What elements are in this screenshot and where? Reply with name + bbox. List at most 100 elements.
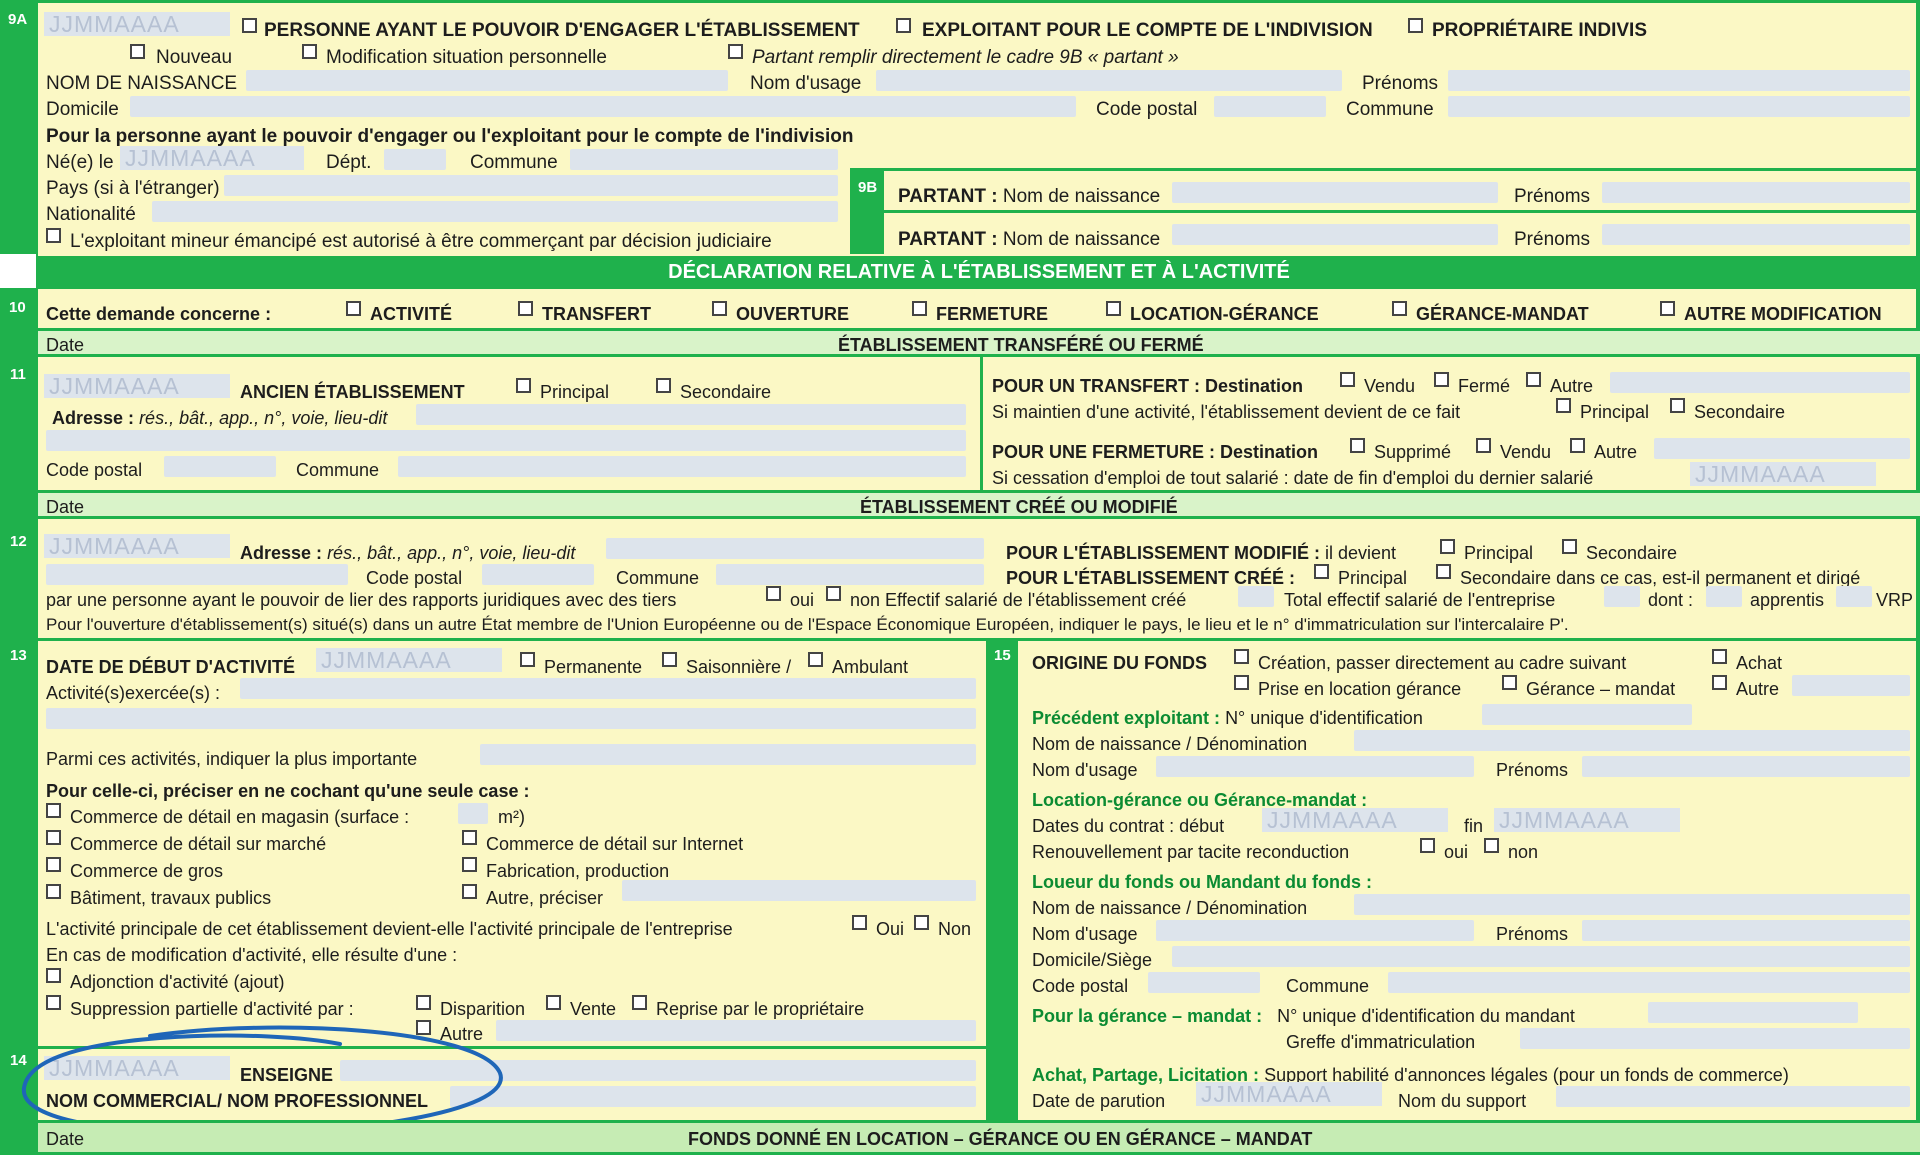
checkbox-ancien-principal[interactable]: [516, 378, 531, 393]
checkbox-adjonction[interactable]: [46, 968, 61, 983]
pays-field[interactable]: [224, 175, 838, 196]
checkbox-dirige-non[interactable]: [826, 586, 841, 601]
nom-naissance-field-9a[interactable]: [246, 70, 728, 91]
nom-denom-field-2[interactable]: [1354, 894, 1910, 915]
activites-field[interactable]: [240, 678, 976, 699]
prenoms-field-15b[interactable]: [1582, 920, 1910, 941]
checkbox-activite[interactable]: [346, 301, 361, 316]
checkbox-location-gerance-15[interactable]: [1234, 675, 1249, 690]
partant-prenoms-field-2[interactable]: [1602, 224, 1910, 245]
checkbox-maintien-principal[interactable]: [1556, 398, 1571, 413]
nationalite-field[interactable]: [152, 201, 838, 222]
checkbox-renouvellement-non[interactable]: [1484, 838, 1499, 853]
nom-usage-field-15b[interactable]: [1156, 920, 1474, 941]
commune-field-9a[interactable]: [1448, 96, 1910, 117]
code-postal-field-9a[interactable]: [1214, 96, 1326, 117]
precedent-numero-field[interactable]: [1482, 704, 1692, 725]
greffe-field[interactable]: [1520, 1028, 1910, 1049]
date-parution-field[interactable]: JJMMAAAA: [1196, 1082, 1382, 1106]
parmi-field[interactable]: [480, 744, 976, 765]
partant-nom-field-2[interactable]: [1172, 224, 1498, 245]
checkbox-magasin[interactable]: [46, 803, 61, 818]
date-field-9a[interactable]: JJMMAAAA: [44, 12, 230, 36]
nom-usage-field-15a[interactable]: [1156, 756, 1474, 777]
checkbox-autre-preciser[interactable]: [462, 884, 477, 899]
checkbox-principale-non[interactable]: [914, 915, 929, 930]
prenoms-field-9a[interactable]: [1448, 70, 1910, 91]
transfert-autre-field[interactable]: [1610, 372, 1910, 393]
code-postal-field-12[interactable]: [482, 564, 594, 585]
checkbox-maintien-secondaire[interactable]: [1670, 398, 1685, 413]
checkbox-ambulant[interactable]: [808, 652, 823, 667]
checkbox-transfert-vendu[interactable]: [1340, 372, 1355, 387]
autre-15-field[interactable]: [1792, 675, 1910, 696]
code-postal-field-11[interactable]: [164, 456, 276, 477]
date-contrat-debut-field[interactable]: JJMMAAAA: [1262, 808, 1448, 832]
code-postal-field-15[interactable]: [1148, 972, 1260, 993]
date-field-11[interactable]: JJMMAAAA: [44, 374, 230, 398]
commune-naissance-field[interactable]: [570, 149, 838, 170]
checkbox-transfert[interactable]: [518, 301, 533, 316]
checkbox-autre-modification[interactable]: [1660, 301, 1675, 316]
checkbox-principale-oui[interactable]: [852, 915, 867, 930]
checkbox-modifie-secondaire[interactable]: [1562, 539, 1577, 554]
nom-commercial-field[interactable]: [450, 1086, 976, 1107]
adresse-field-12b[interactable]: [46, 564, 348, 585]
checkbox-cree-secondaire[interactable]: [1436, 564, 1451, 579]
checkbox-transfert-ferme[interactable]: [1434, 372, 1449, 387]
checkbox-autre-15[interactable]: [1712, 675, 1727, 690]
nom-usage-field-9a[interactable]: [876, 70, 1342, 91]
nom-support-field[interactable]: [1556, 1086, 1910, 1107]
checkbox-ouverture[interactable]: [712, 301, 727, 316]
autre-preciser-field[interactable]: [622, 880, 976, 901]
checkbox-renouvellement-oui[interactable]: [1420, 838, 1435, 853]
checkbox-gros[interactable]: [46, 857, 61, 872]
checkbox-partant[interactable]: [728, 44, 743, 59]
checkbox-fermeture[interactable]: [912, 301, 927, 316]
checkbox-cree-principal[interactable]: [1314, 564, 1329, 579]
checkbox-proprietaire[interactable]: [1408, 18, 1423, 33]
checkbox-disparition[interactable]: [416, 995, 431, 1010]
checkbox-reprise[interactable]: [632, 995, 647, 1010]
effectif-etab-field[interactable]: [1238, 586, 1274, 607]
commune-field-11[interactable]: [398, 456, 966, 477]
checkbox-gerance-mandat[interactable]: [1392, 301, 1407, 316]
date-contrat-fin-field[interactable]: JJMMAAAA: [1494, 808, 1680, 832]
fermeture-autre-field[interactable]: [1654, 438, 1910, 459]
total-effectif-field[interactable]: [1604, 586, 1640, 607]
date-fin-emploi-field[interactable]: JJMMAAAA: [1690, 462, 1876, 486]
adresse-field-12[interactable]: [606, 538, 984, 559]
checkbox-internet[interactable]: [462, 830, 477, 845]
domicile-field-15[interactable]: [1172, 946, 1910, 967]
activites-field-2[interactable]: [46, 708, 976, 729]
checkbox-fabrication[interactable]: [462, 857, 477, 872]
checkbox-nouveau[interactable]: [130, 44, 145, 59]
checkbox-transfert-autre[interactable]: [1526, 372, 1541, 387]
date-debut-field[interactable]: JJMMAAAA: [316, 648, 502, 672]
autre-suppression-field[interactable]: [496, 1020, 976, 1041]
partant-prenoms-field-1[interactable]: [1602, 182, 1910, 203]
checkbox-exploitant[interactable]: [896, 18, 911, 33]
apprentis-field[interactable]: [1836, 586, 1872, 607]
date-field-12[interactable]: JJMMAAAA: [44, 534, 230, 558]
nom-denom-field-1[interactable]: [1354, 730, 1910, 751]
adresse-field-11b[interactable]: [46, 430, 966, 451]
numero-mandant-field[interactable]: [1648, 1002, 1858, 1023]
checkbox-gerance-15[interactable]: [1502, 675, 1517, 690]
surface-field[interactable]: [458, 803, 488, 824]
checkbox-mineur[interactable]: [46, 228, 61, 243]
checkbox-dirige-oui[interactable]: [766, 586, 781, 601]
checkbox-vente[interactable]: [546, 995, 561, 1010]
dept-field[interactable]: [384, 149, 446, 170]
checkbox-fermeture-supprime[interactable]: [1350, 438, 1365, 453]
domicile-field-9a[interactable]: [130, 96, 1076, 117]
checkbox-creation[interactable]: [1234, 649, 1249, 664]
checkbox-ancien-secondaire[interactable]: [656, 378, 671, 393]
checkbox-marche[interactable]: [46, 830, 61, 845]
checkbox-suppression[interactable]: [46, 995, 61, 1010]
dont-field[interactable]: [1706, 586, 1742, 607]
commune-field-15[interactable]: [1388, 972, 1910, 993]
checkbox-fermeture-autre[interactable]: [1570, 438, 1585, 453]
date-naissance-field[interactable]: JJMMAAAA: [120, 146, 304, 170]
checkbox-permanente[interactable]: [520, 652, 535, 667]
